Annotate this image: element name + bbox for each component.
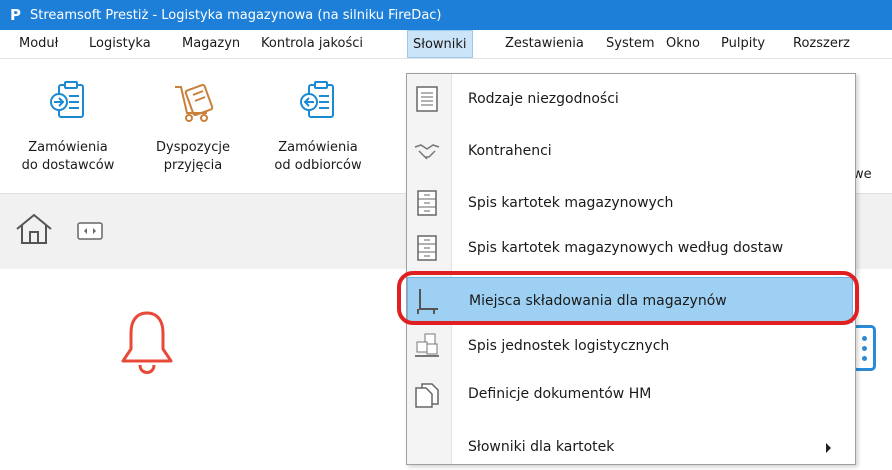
menu-item-label: Słowniki dla kartotek xyxy=(468,439,615,455)
orders-to-suppliers-label-1: Zamówienia xyxy=(28,140,108,155)
pallet-boxes-icon xyxy=(415,333,439,357)
menu-modul[interactable]: Moduł xyxy=(14,30,63,58)
menu-zestawienia[interactable]: Zestawienia xyxy=(500,30,589,58)
cabinet-icon xyxy=(417,235,437,261)
clipboard-in-icon xyxy=(50,81,84,118)
orders-to-suppliers-label-2: do dostawców xyxy=(21,158,115,173)
menu-bar: Moduł Logistyka Magazyn Kontrola jakości… xyxy=(0,30,892,59)
menu-item-label: Spis kartotek magazynowych według dostaw xyxy=(468,240,784,256)
menu-magazyn[interactable]: Magazyn xyxy=(177,30,245,58)
title-bar: P Streamsoft Prestiż - Logistyka magazyn… xyxy=(0,0,892,30)
receipt-dispositions-button[interactable]: Dyspozycje przyjęcia xyxy=(137,79,249,175)
menu-okno[interactable]: Okno xyxy=(661,30,705,58)
submenu-arrow-icon xyxy=(826,443,831,453)
menu-item-label: Rodzaje niezgodności xyxy=(468,91,619,107)
menu-item-label: Spis kartotek magazynowych xyxy=(468,195,674,211)
documents-icon xyxy=(415,383,439,408)
slowniki-dropdown-menu: Rodzaje niezgodności Kontrahenci Spis ka… xyxy=(406,73,856,465)
home-icon[interactable] xyxy=(14,212,54,246)
split-view-icon[interactable] xyxy=(77,222,103,240)
menu-rozszerzenia[interactable]: Rozszerz xyxy=(788,30,855,58)
menu-item-spis-kartotek[interactable]: Spis kartotek magazynowych xyxy=(407,180,853,226)
orders-from-customers-label-1: Zamówienia xyxy=(278,140,358,155)
orders-from-customers-label-2: od odbiorców xyxy=(274,158,362,173)
menu-item-rodzaje-niezgodnosci[interactable]: Rodzaje niezgodności xyxy=(407,76,853,122)
list-document-icon xyxy=(416,86,438,112)
app-logo-icon: P xyxy=(10,6,21,24)
cabinet-icon xyxy=(417,190,437,216)
bell-icon[interactable] xyxy=(118,309,176,379)
menu-system[interactable]: System xyxy=(601,30,659,58)
menu-item-label: Kontrahenci xyxy=(468,143,552,159)
menu-item-jednostki-logistyczne[interactable]: Spis jednostek logistycznych xyxy=(407,323,853,369)
orders-from-customers-button[interactable]: Zamówienia od odbiorców xyxy=(262,79,374,175)
menu-pulpity[interactable]: Pulpity xyxy=(716,30,770,58)
menu-item-kontrahenci[interactable]: Kontrahenci xyxy=(407,128,853,174)
menu-item-spis-kartotek-wg-dostaw[interactable]: Spis kartotek magazynowych według dostaw xyxy=(407,225,853,271)
window-title: Streamsoft Prestiż - Logistyka magazynow… xyxy=(30,7,442,23)
menu-item-label: Definicje dokumentów HM xyxy=(468,386,652,402)
menu-item-slowniki-dla-kartotek[interactable]: Słowniki dla kartotek xyxy=(407,424,853,470)
annotation-highlight-ring xyxy=(397,271,859,325)
cart-clipboard-icon xyxy=(175,83,214,122)
menu-item-label: Spis jednostek logistycznych xyxy=(468,338,670,354)
receipt-dispositions-label-1: Dyspozycje xyxy=(156,140,230,155)
menu-logistyka[interactable]: Logistyka xyxy=(84,30,156,58)
menu-kontrola-jakosci[interactable]: Kontrola jakości xyxy=(256,30,368,58)
orders-to-suppliers-button[interactable]: Zamówienia do dostawców xyxy=(12,79,124,175)
handshake-icon xyxy=(414,144,440,160)
receipt-dispositions-label-2: przyjęcia xyxy=(163,158,223,173)
clipboard-out-icon xyxy=(300,81,334,118)
menu-item-definicje-dokumentow[interactable]: Definicje dokumentów HM xyxy=(407,371,853,417)
menu-slowniki[interactable]: Słowniki xyxy=(407,30,473,58)
